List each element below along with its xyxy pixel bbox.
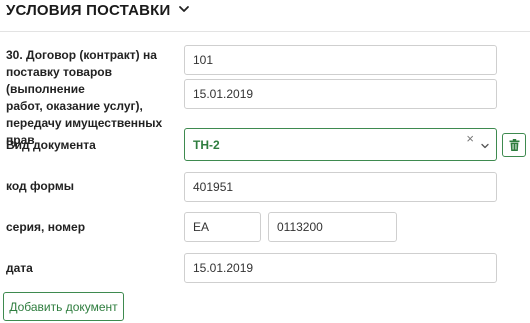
- contract-label-line: поставку товаров (выполнение: [6, 65, 113, 96]
- series-value: ЕА: [193, 220, 210, 234]
- contract-number-field[interactable]: 101: [184, 45, 497, 75]
- clear-icon[interactable]: ×: [466, 132, 474, 146]
- contract-label: 30. Договор (контракт) на поставку товар…: [6, 47, 181, 149]
- document-type-label: Вид документа: [6, 138, 96, 152]
- form-code-value: 401951: [193, 180, 234, 194]
- add-document-button[interactable]: Добавить документ: [3, 292, 124, 321]
- number-field[interactable]: 0113200: [268, 212, 397, 242]
- trash-icon: [509, 139, 519, 151]
- section-title: УСЛОВИЯ ПОСТАВКИ: [6, 1, 171, 19]
- chevron-down-icon[interactable]: [480, 141, 490, 151]
- contract-date-value: 15.01.2019: [193, 87, 254, 101]
- contract-label-line: работ, оказание услуг),: [6, 99, 143, 113]
- contract-label-line: 30. Договор (контракт) на: [6, 48, 157, 62]
- number-value: 0113200: [277, 220, 323, 234]
- contract-number-value: 101: [193, 53, 214, 67]
- chevron-down-icon[interactable]: [178, 3, 190, 15]
- document-type-select[interactable]: ТН-2 ×: [184, 128, 497, 161]
- contract-date-field[interactable]: 15.01.2019: [184, 79, 497, 109]
- section-header[interactable]: УСЛОВИЯ ПОСТАВКИ: [6, 0, 190, 20]
- date-field[interactable]: 15.01.2019: [184, 253, 497, 283]
- date-label: дата: [6, 261, 33, 275]
- delete-document-button[interactable]: [502, 133, 526, 157]
- date-value: 15.01.2019: [193, 261, 254, 275]
- form-code-field[interactable]: 401951: [184, 172, 497, 202]
- document-type-value: ТН-2: [193, 137, 220, 152]
- series-number-label: серия, номер: [6, 220, 86, 234]
- form-code-label: код формы: [6, 179, 74, 193]
- series-field[interactable]: ЕА: [184, 212, 261, 242]
- section-divider: [0, 31, 530, 32]
